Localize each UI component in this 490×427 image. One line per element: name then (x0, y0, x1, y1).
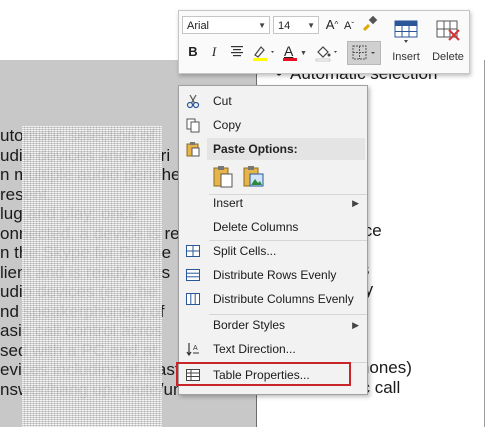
paste-icon (213, 166, 233, 188)
align-center-icon (231, 46, 243, 57)
font-color-button[interactable]: A ▼ (281, 43, 307, 63)
italic-button[interactable]: I (209, 44, 219, 60)
menu-item-label: Cut (213, 94, 232, 108)
menu-item-text-direction[interactable]: A Text Direction... (179, 338, 367, 360)
format-painter-button[interactable] (361, 15, 379, 34)
split-cells-icon (186, 245, 200, 257)
menu-item-label: Distribute Rows Evenly (213, 268, 337, 282)
font-color-swatch (283, 58, 297, 61)
borders-button[interactable] (347, 41, 381, 65)
paste-as-picture-button[interactable] (241, 164, 267, 190)
highlight-annotation-box (176, 362, 351, 386)
chevron-down-icon: ▼ (300, 50, 307, 57)
distribute-rows-icon (186, 269, 200, 281)
delete-button[interactable]: Delete (427, 15, 469, 69)
font-size-dropdown[interactable]: 14 ▼ (273, 16, 319, 34)
chevron-right-icon: ▶ (352, 320, 359, 330)
menu-item-label: Copy (213, 118, 242, 132)
paste-keep-source-button[interactable] (211, 164, 237, 190)
menu-item-label: Border Styles (213, 318, 286, 332)
highlighter-icon (253, 46, 274, 61)
insert-table-icon (394, 20, 418, 43)
distribute-columns-icon (186, 293, 200, 305)
context-menu: Cut Copy Paste Options: Insert ▶ Delete … (178, 85, 368, 395)
menu-item-label: Insert (213, 196, 244, 210)
borders-icon (352, 45, 375, 60)
menu-item-label: Text Direction... (213, 342, 296, 356)
font-name-dropdown[interactable]: Arial ▼ (182, 16, 270, 34)
scissors-icon (186, 94, 200, 109)
paste-picture-icon (243, 166, 264, 187)
bold-icon: B (188, 44, 198, 59)
menu-item-label: Delete Columns (213, 220, 299, 234)
font-color-icon: A (284, 43, 294, 59)
clipboard-icon (186, 142, 200, 157)
shading-button[interactable] (313, 43, 341, 63)
menu-item-delete-columns[interactable]: Delete Columns (179, 216, 367, 238)
mini-toolbar: Arial ▼ 14 ▼ A^ Aˇ B I A ▼ Insert Delete (178, 10, 470, 74)
text-direction-icon: A (186, 343, 199, 357)
menu-item-cut[interactable]: Cut (179, 90, 367, 112)
chevron-down-icon: ▼ (307, 21, 315, 30)
insert-label: Insert (392, 51, 420, 63)
center-align-button[interactable] (229, 44, 245, 60)
chevron-down-icon: ▼ (258, 21, 266, 30)
shrink-font-button[interactable]: Aˇ (342, 18, 356, 34)
menu-item-label: Distribute Columns Evenly (213, 292, 354, 306)
insert-button[interactable]: Insert (385, 15, 427, 69)
bold-button[interactable]: B (187, 44, 199, 60)
copy-icon (186, 118, 200, 133)
format-painter-icon (362, 15, 378, 32)
font-size-value: 14 (278, 20, 291, 32)
font-name-value: Arial (187, 20, 210, 32)
menu-item-copy[interactable]: Copy (179, 114, 367, 136)
menu-item-split-cells[interactable]: Split Cells... (179, 240, 367, 262)
delete-label: Delete (432, 51, 464, 63)
menu-item-distribute-rows[interactable]: Distribute Rows Evenly (179, 264, 367, 286)
menu-item-distribute-columns[interactable]: Distribute Columns Evenly (179, 288, 367, 310)
svg-text:A: A (193, 345, 198, 352)
chevron-right-icon: ▶ (352, 198, 359, 208)
paint-bucket-icon (315, 46, 337, 62)
selection-overlay (22, 126, 162, 427)
delete-table-icon (436, 20, 460, 41)
paste-options-header: Paste Options: (207, 138, 365, 160)
grow-font-button[interactable]: A^ (325, 17, 339, 33)
menu-item-label: Split Cells... (213, 244, 277, 258)
menu-item-insert[interactable]: Insert ▶ (179, 192, 367, 214)
italic-icon: I (211, 44, 217, 59)
menu-item-border-styles[interactable]: Border Styles ▶ (179, 314, 367, 336)
highlight-color-button[interactable] (251, 43, 277, 63)
